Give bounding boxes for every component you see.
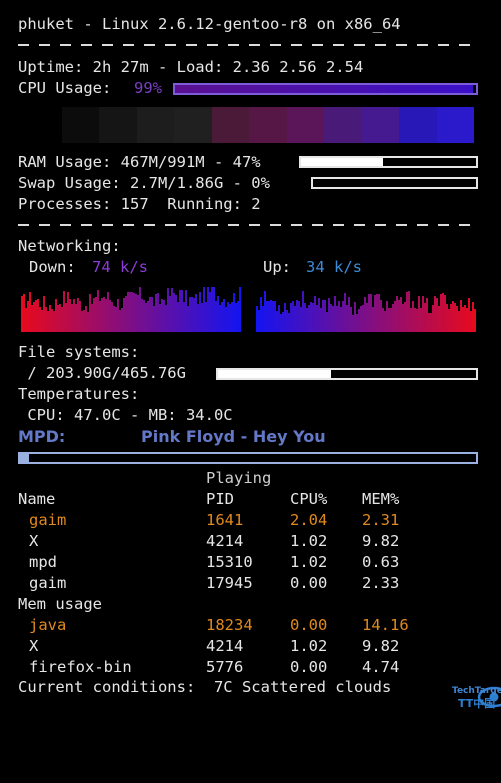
- cpu-history-segment: [249, 107, 287, 143]
- cpu-history-segment: [361, 107, 400, 143]
- cpu-history-segment: [286, 107, 325, 143]
- ram-usage-bar-fill: [301, 158, 384, 166]
- divider: [18, 44, 478, 46]
- download-speed: 74 k/s: [92, 258, 148, 276]
- process-cpu-cell: 2.04: [290, 511, 328, 529]
- ram-usage-line: RAM Usage: 467M/991M - 47%: [18, 153, 261, 171]
- processes-line: Processes: 157 Running: 2: [18, 195, 261, 213]
- root-filesystem-bar: [216, 368, 478, 380]
- process-cpu-cell: 1.02: [290, 637, 328, 655]
- process-name-cell: firefox-bin: [29, 658, 132, 676]
- techtarget-logo: TechTarget TT中国: [452, 664, 501, 714]
- col-header-cpu: CPU%: [290, 490, 328, 508]
- process-cpu-cell: 0.00: [290, 574, 328, 592]
- upload-label: Up:: [263, 258, 291, 276]
- cpu-usage-bar-fill: [175, 85, 473, 93]
- cpu-history-segment: [99, 107, 137, 143]
- divider: [18, 224, 478, 226]
- root-filesystem-bar-fill: [218, 370, 331, 378]
- process-mem-cell: 2.31: [362, 511, 400, 529]
- process-pid-cell: 4214: [206, 637, 244, 655]
- temperatures-line: CPU: 47.0C - MB: 34.0C: [18, 406, 233, 424]
- process-pid-cell: 15310: [206, 553, 253, 571]
- network-graph-bar: [474, 309, 476, 332]
- process-cpu-cell: 1.02: [290, 532, 328, 550]
- cpu-usage-value: 99%: [134, 79, 162, 97]
- mpd-status: Playing: [206, 469, 272, 487]
- filesystems-heading: File systems:: [18, 343, 140, 361]
- mem-usage-heading: Mem usage: [18, 595, 102, 613]
- col-header-name: Name: [18, 490, 56, 508]
- process-pid-cell: 4214: [206, 532, 244, 550]
- process-name-cell: mpd: [29, 553, 57, 571]
- weather-line: Current conditions: 7C Scattered clouds: [18, 678, 392, 696]
- col-header-pid: PID: [206, 490, 234, 508]
- process-pid-cell: 1641: [206, 511, 244, 529]
- process-cpu-cell: 0.00: [290, 658, 328, 676]
- cpu-history-segment: [62, 107, 100, 143]
- swap-usage-bar: [311, 177, 478, 189]
- process-pid-cell: 5776: [206, 658, 244, 676]
- col-header-mem: MEM%: [362, 490, 400, 508]
- watermark-brand: TechTarget: [452, 686, 501, 696]
- cpu-history-segment: [436, 107, 474, 143]
- process-name-cell: gaim: [29, 574, 67, 592]
- process-mem-cell: 0.63: [362, 553, 400, 571]
- root-filesystem-line: / 203.90G/465.76G: [18, 364, 186, 382]
- process-name-cell: X: [29, 532, 39, 550]
- process-pid-cell: 17945: [206, 574, 253, 592]
- mpd-track: Pink Floyd - Hey You: [141, 427, 326, 446]
- cpu-history-segment: [324, 107, 362, 143]
- swap-usage-line: Swap Usage: 2.7M/1.86G - 0%: [18, 174, 270, 192]
- mpd-progress-bar: [18, 452, 478, 464]
- process-name-cell: X: [29, 637, 39, 655]
- watermark-sub: TT中国: [458, 697, 496, 710]
- cpu-history-graph: [62, 107, 474, 143]
- temperatures-heading: Temperatures:: [18, 385, 140, 403]
- upload-speed: 34 k/s: [306, 258, 362, 276]
- cpu-usage-bar: [173, 83, 478, 95]
- network-graph-bar: [239, 287, 241, 332]
- process-mem-cell: 2.33: [362, 574, 400, 592]
- mpd-label: MPD:: [18, 427, 66, 446]
- process-mem-cell: 9.82: [362, 637, 400, 655]
- process-pid-cell: 18234: [206, 616, 253, 634]
- cpu-history-segment: [136, 107, 175, 143]
- process-mem-cell: 9.82: [362, 532, 400, 550]
- cpu-usage-label: CPU Usage:: [18, 79, 112, 97]
- cpu-history-segment: [399, 107, 437, 143]
- cpu-history-segment: [211, 107, 250, 143]
- ram-usage-bar: [299, 156, 478, 168]
- upload-graph: [256, 287, 476, 332]
- process-mem-cell: 14.16: [362, 616, 409, 634]
- process-name-cell: gaim: [29, 511, 67, 529]
- process-cpu-cell: 1.02: [290, 553, 328, 571]
- networking-heading: Networking:: [18, 237, 121, 255]
- download-label: Down:: [29, 258, 76, 276]
- uptime-load-line: Uptime: 2h 27m - Load: 2.36 2.56 2.54: [18, 58, 364, 76]
- cpu-history-segment: [174, 107, 212, 143]
- process-mem-cell: 4.74: [362, 658, 400, 676]
- process-cpu-cell: 0.00: [290, 616, 328, 634]
- mpd-progress-fill: [20, 454, 30, 462]
- download-graph: [21, 287, 241, 332]
- window-title: phuket - Linux 2.6.12-gentoo-r8 on x86_6…: [18, 15, 401, 33]
- process-name-cell: java: [29, 616, 67, 634]
